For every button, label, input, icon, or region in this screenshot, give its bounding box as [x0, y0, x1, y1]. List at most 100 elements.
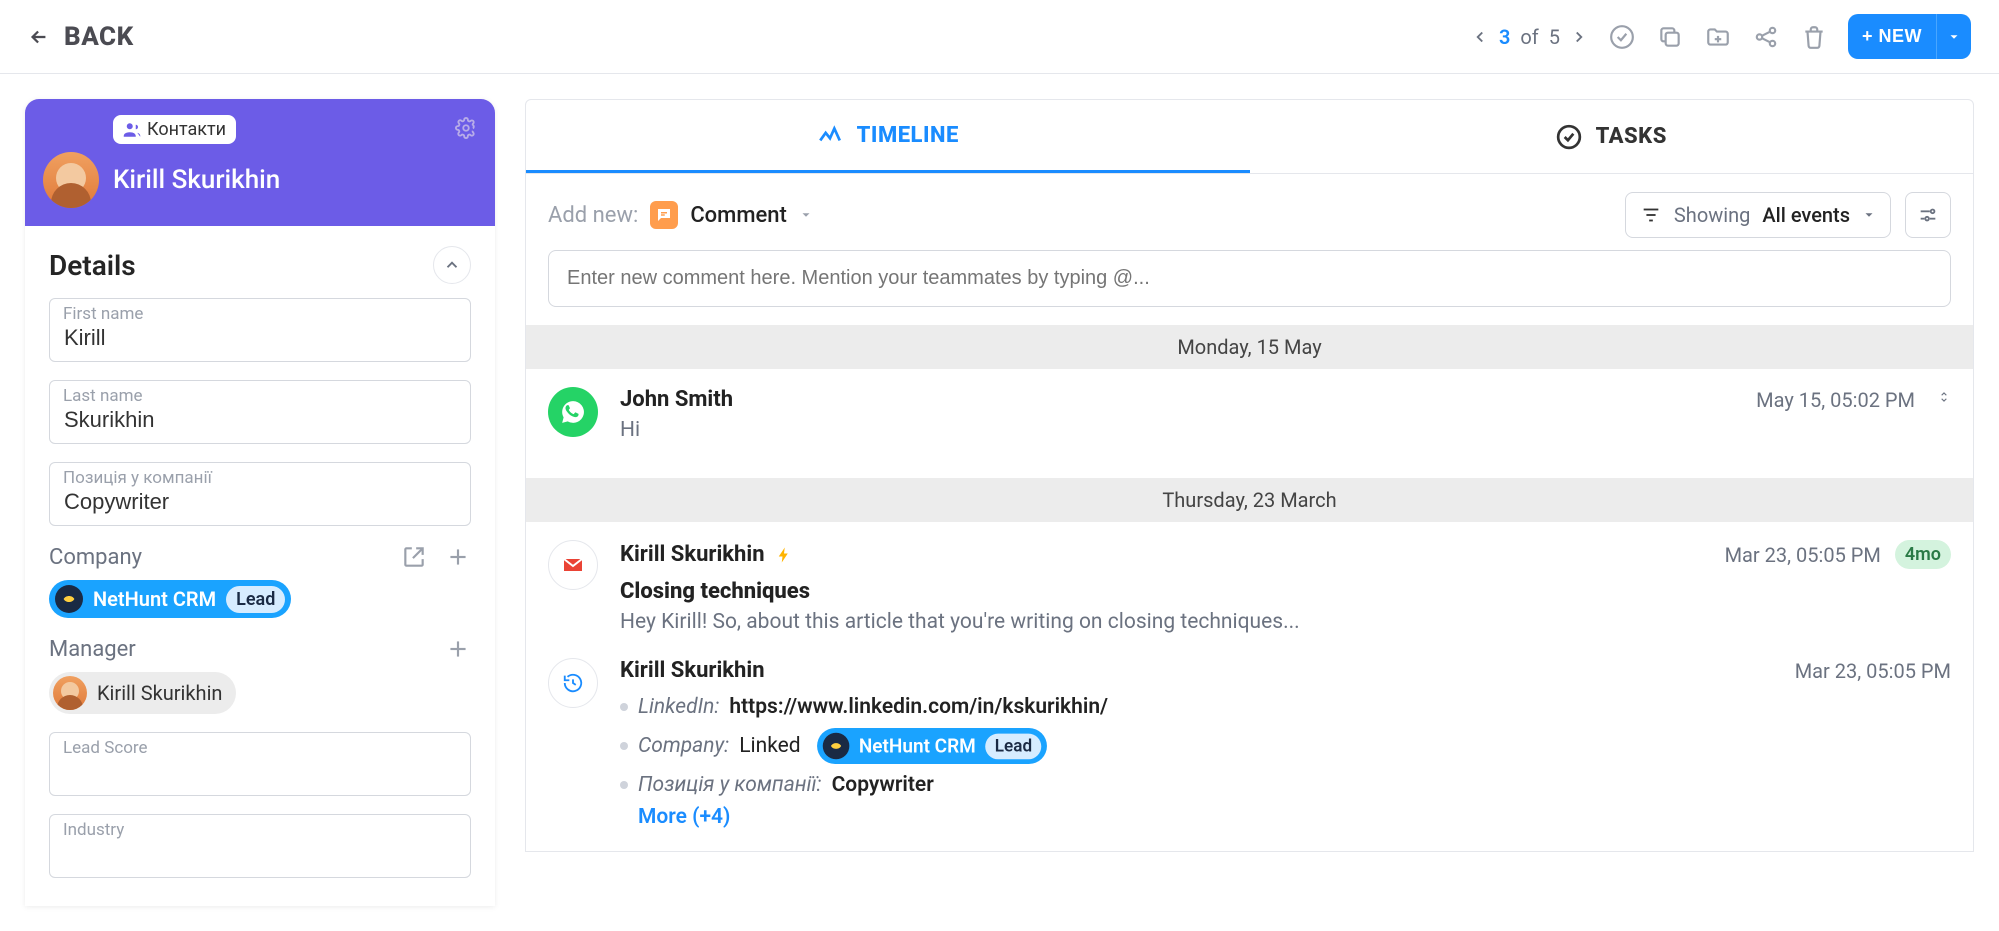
pager-of: of [1520, 25, 1538, 49]
change-row: Company: Linked NetHunt CRM Lead [620, 723, 1951, 769]
position-field: Позиція у компанії [49, 462, 471, 526]
contact-avatar [43, 152, 99, 208]
comment-input[interactable] [548, 250, 1951, 307]
expand-toggle[interactable] [1937, 387, 1951, 412]
industry-input[interactable] [49, 814, 471, 878]
change-value: Copywriter [832, 773, 934, 797]
arrow-left-icon [28, 26, 50, 48]
topbar: BACK 3 of 5 + NEW [0, 0, 1999, 74]
item-author: John Smith [620, 387, 733, 412]
back-button[interactable]: BACK [28, 22, 134, 52]
timeline-item-email: Kirill Skurikhin Mar 23, 05:05 PM 4mo Cl… [526, 522, 1973, 652]
whatsapp-icon [548, 387, 598, 437]
timeline-settings[interactable] [1905, 192, 1951, 238]
topbar-actions: 3 of 5 + NEW [1471, 14, 1971, 59]
item-author: Kirill Skurikhin [620, 658, 765, 683]
gear-icon [455, 117, 477, 139]
item-time: May 15, 05:02 PM [1756, 388, 1915, 412]
copy-icon [1657, 24, 1683, 50]
filter-value: All events [1762, 203, 1850, 227]
open-link-icon[interactable] [401, 544, 427, 570]
last-name-input[interactable] [49, 380, 471, 444]
tasks-icon [1556, 124, 1582, 150]
add-manager-icon[interactable] [445, 636, 471, 662]
company-chip-inline[interactable]: NetHunt CRM Lead [817, 728, 1047, 764]
folder-chip[interactable]: Контакти [113, 115, 236, 144]
age-badge: 4mo [1895, 540, 1951, 569]
new-dropdown[interactable] [1936, 14, 1971, 59]
change-more[interactable]: More (+4) [620, 801, 1951, 833]
folder-name: Контакти [147, 119, 226, 140]
timeline-item-history: Kirill Skurikhin Mar 23, 05:05 PM Linked… [526, 652, 1973, 851]
bolt-icon [775, 546, 793, 564]
comment-input-wrap [548, 250, 1951, 307]
change-value-prefix: Linked [739, 734, 800, 758]
copy-button[interactable] [1656, 23, 1684, 51]
industry-field: Industry [49, 814, 471, 878]
chevron-right-icon[interactable] [1570, 28, 1588, 46]
move-folder-button[interactable] [1704, 23, 1732, 51]
caret-down-icon [1862, 208, 1876, 222]
timeline-item-whatsapp: John Smith May 15, 05:02 PM Hi [526, 369, 1973, 460]
company-logo-icon [822, 733, 849, 760]
add-company-icon[interactable] [445, 544, 471, 570]
record-settings[interactable] [455, 117, 477, 143]
new-button-group: + NEW [1848, 14, 1971, 59]
new-button[interactable]: + NEW [1848, 14, 1936, 59]
company-stage: Lead [226, 586, 285, 613]
pager-current: 3 [1499, 25, 1510, 49]
people-icon [123, 121, 141, 139]
position-input[interactable] [49, 462, 471, 526]
caret-down-icon [1947, 30, 1961, 44]
delete-button[interactable] [1800, 23, 1828, 51]
change-value[interactable]: https://www.linkedin.com/in/kskurikhin/ [729, 695, 1108, 719]
chat-icon [655, 206, 673, 224]
company-chip[interactable]: NetHunt CRM Lead [49, 580, 291, 618]
chevron-left-icon[interactable] [1471, 28, 1489, 46]
filter-showing-label: Showing [1674, 203, 1750, 227]
sort-icon [1937, 387, 1951, 407]
mark-done-button[interactable] [1608, 23, 1636, 51]
manager-chip[interactable]: Kirill Skurikhin [49, 672, 236, 714]
company-logo-icon [55, 585, 83, 613]
company-name: NetHunt CRM [93, 587, 216, 611]
item-time: Mar 23, 05:05 PM [1725, 543, 1881, 567]
email-subject: Closing techniques [620, 579, 1951, 604]
comment-type-caret[interactable] [799, 203, 813, 228]
more-link[interactable]: More (+4) [638, 805, 730, 829]
manager-label: Manager [49, 637, 136, 662]
chevron-up-icon [443, 256, 461, 274]
email-icon [548, 540, 598, 590]
change-row: Позиція у компанії: Copywriter [620, 769, 1951, 801]
item-author: Kirill Skurikhin [620, 542, 765, 567]
change-key: LinkedIn: [638, 695, 719, 719]
email-preview: Hey Kirill! So, about this article that … [620, 610, 1951, 634]
collapse-details[interactable] [433, 246, 471, 284]
share-button[interactable] [1752, 23, 1780, 51]
change-row: LinkedIn: https://www.linkedin.com/in/ks… [620, 691, 1951, 723]
day-separator: Thursday, 23 March [526, 478, 1973, 522]
share-icon [1753, 24, 1779, 50]
timeline-toolbar: Add new: Comment Showing All events [526, 174, 1973, 250]
events-filter[interactable]: Showing All events [1625, 192, 1891, 238]
record-sidebar: Контакти Kirill Skurikhin Details First … [25, 99, 495, 906]
first-name-input[interactable] [49, 298, 471, 362]
change-key: Company: [638, 734, 729, 758]
lead-score-input[interactable] [49, 732, 471, 796]
manager-avatar [53, 676, 87, 710]
caret-down-icon [799, 208, 813, 222]
change-key: Позиція у компанії: [638, 773, 822, 797]
sliders-icon [1917, 204, 1939, 226]
comment-type-label[interactable]: Comment [690, 203, 787, 228]
day-separator: Monday, 15 May [526, 325, 1973, 369]
comment-type-icon[interactable] [650, 201, 678, 229]
item-time: Mar 23, 05:05 PM [1795, 659, 1951, 683]
tab-timeline[interactable]: TIMELINE [526, 100, 1250, 173]
folder-move-icon [1705, 24, 1731, 50]
timeline-icon [817, 122, 843, 148]
tab-timeline-label: TIMELINE [857, 123, 959, 148]
contact-name: Kirill Skurikhin [113, 165, 280, 195]
details-section: Details First name Last name Позиція у к… [25, 226, 495, 906]
tab-tasks[interactable]: TASKS [1250, 100, 1974, 173]
last-name-field: Last name [49, 380, 471, 444]
